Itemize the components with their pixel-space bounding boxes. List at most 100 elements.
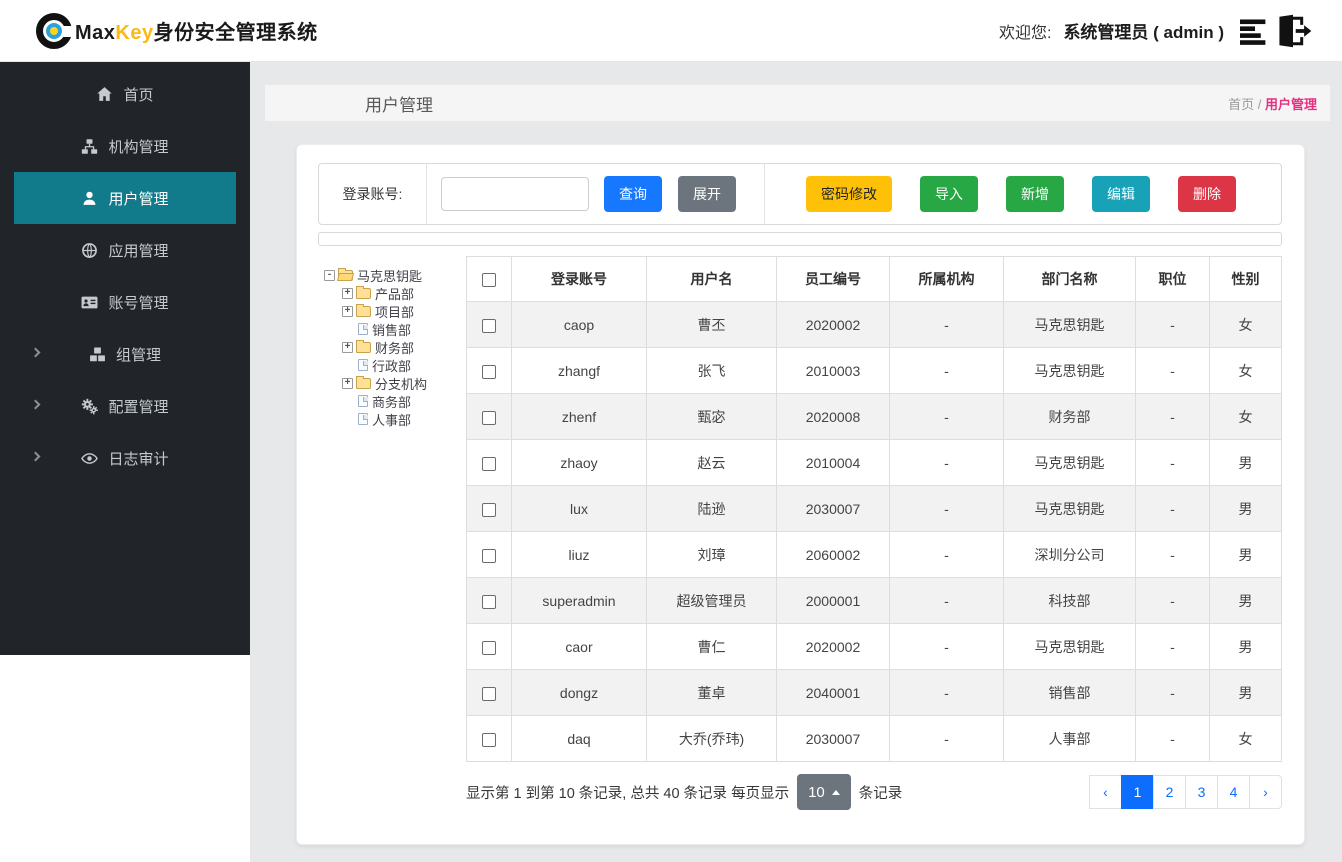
- row-checkbox-cell: [466, 577, 512, 624]
- table-row[interactable]: daq 大乔(乔玮) 2030007 - 人事部 - 女: [466, 715, 1282, 762]
- action-button[interactable]: 新增: [1006, 176, 1064, 212]
- login-account-input[interactable]: [441, 177, 589, 211]
- row-checkbox[interactable]: [482, 410, 496, 425]
- tree-toggle-icon[interactable]: [342, 287, 353, 299]
- pagination-info-prefix: 显示第 1 到第 10 条记录, 总共 40 条记录 每页显示: [466, 785, 790, 802]
- query-button[interactable]: 查询: [604, 176, 662, 212]
- table-row[interactable]: caop 曹丕 2020002 - 马克思钥匙 - 女: [466, 301, 1282, 348]
- sidebar-item[interactable]: 配置管理: [14, 380, 236, 432]
- table-column-header[interactable]: 员工编号: [776, 256, 890, 302]
- tree-node-label: 销售部: [372, 322, 412, 338]
- tree-node-label: 行政部: [372, 358, 412, 374]
- row-checkbox[interactable]: [482, 732, 496, 747]
- row-checkbox[interactable]: [482, 686, 496, 701]
- table-row[interactable]: zhenf 甄宓 2020008 - 财务部 - 女: [466, 393, 1282, 440]
- tree-toggle-icon[interactable]: [342, 305, 353, 317]
- tree-toggle-icon[interactable]: [342, 341, 353, 353]
- pagination-bar: 显示第 1 到第 10 条记录, 总共 40 条记录 每页显示 10 条记录 ‹: [466, 774, 1282, 810]
- cell-name: 张飞: [646, 347, 777, 394]
- tree-folder-icon: [356, 285, 371, 299]
- action-button[interactable]: 删除: [1178, 176, 1236, 212]
- row-checkbox[interactable]: [482, 502, 496, 517]
- row-checkbox[interactable]: [482, 548, 496, 563]
- tree-node[interactable]: 产品部: [342, 284, 466, 302]
- cell-dept: 深圳分公司: [1003, 531, 1136, 578]
- tree-node[interactable]: 销售部: [342, 320, 466, 338]
- table-column-header[interactable]: 用户名: [646, 256, 777, 302]
- row-checkbox[interactable]: [482, 594, 496, 609]
- tree-node[interactable]: 人事部: [342, 410, 466, 428]
- sidebar-item-icon: [81, 398, 99, 415]
- cell-position: -: [1135, 301, 1210, 348]
- row-checkbox[interactable]: [482, 318, 496, 333]
- page-button[interactable]: 4: [1217, 775, 1250, 809]
- cell-org: -: [889, 669, 1004, 716]
- maxkey-logo-icon: [36, 12, 75, 49]
- table-column-header[interactable]: 所属机构: [889, 256, 1004, 302]
- row-checkbox-cell: [466, 715, 512, 762]
- tree-folder-icon: [358, 413, 368, 425]
- sidebar-item[interactable]: 机构管理: [14, 120, 236, 172]
- table-column-header[interactable]: 部门名称: [1003, 256, 1136, 302]
- tree-node[interactable]: 马克思钥匙: [324, 266, 466, 284]
- tree-node[interactable]: 项目部: [342, 302, 466, 320]
- tree-toggle-icon[interactable]: [324, 269, 335, 281]
- select-all-checkbox[interactable]: [482, 273, 496, 288]
- sidebar-item[interactable]: 日志审计: [14, 432, 236, 484]
- cell-empno: 2020008: [776, 393, 890, 440]
- table-row[interactable]: superadmin 超级管理员 2000001 - 科技部 - 男: [466, 577, 1282, 624]
- cell-gender: 男: [1209, 439, 1282, 486]
- tree-node-label: 产品部: [375, 286, 415, 302]
- table-row[interactable]: lux 陆逊 2030007 - 马克思钥匙 - 男: [466, 485, 1282, 532]
- sidebar-item[interactable]: 首页: [14, 68, 236, 120]
- row-checkbox[interactable]: [482, 456, 496, 471]
- row-checkbox[interactable]: [482, 364, 496, 379]
- table-row[interactable]: caor 曹仁 2020002 - 马克思钥匙 - 男: [466, 623, 1282, 670]
- page-size-dropdown[interactable]: 10: [797, 774, 851, 810]
- tree-node[interactable]: 商务部: [342, 392, 466, 410]
- sidebar-item[interactable]: 账号管理: [14, 276, 236, 328]
- table-row[interactable]: liuz 刘璋 2060002 - 深圳分公司 - 男: [466, 531, 1282, 578]
- action-button[interactable]: 导入: [920, 176, 978, 212]
- table-column-header[interactable]: 性别: [1209, 256, 1282, 302]
- page-button[interactable]: 3: [1185, 775, 1218, 809]
- table-row[interactable]: dongz 董卓 2040001 - 销售部 - 男: [466, 669, 1282, 716]
- page-button[interactable]: ‹: [1089, 775, 1122, 809]
- table-column-header[interactable]: 登录账号: [511, 256, 647, 302]
- cell-dept: 马克思钥匙: [1003, 623, 1136, 670]
- action-button[interactable]: 编辑: [1092, 176, 1150, 212]
- page-buttons: ‹ 1 2 3 4 ›: [1089, 775, 1282, 809]
- tree-node[interactable]: 分支机构: [342, 374, 466, 392]
- row-checkbox-cell: [466, 347, 512, 394]
- tree-toggle-icon[interactable]: [342, 377, 353, 389]
- sidebar-item-label: 配置管理: [108, 398, 169, 416]
- breadcrumb-home-link[interactable]: 首页: [1228, 97, 1254, 112]
- table-row[interactable]: zhangf 张飞 2010003 - 马克思钥匙 - 女: [466, 347, 1282, 394]
- cell-gender: 女: [1209, 347, 1282, 394]
- menu-bars-icon[interactable]: [1240, 15, 1270, 47]
- tree-node[interactable]: 行政部: [342, 356, 466, 374]
- table-row[interactable]: zhaoy 赵云 2010004 - 马克思钥匙 - 男: [466, 439, 1282, 486]
- logout-door-icon[interactable]: [1274, 13, 1312, 49]
- cell-position: -: [1135, 347, 1210, 394]
- tree-node[interactable]: 财务部: [342, 338, 466, 356]
- page-button[interactable]: 2: [1153, 775, 1186, 809]
- current-user: 系统管理员 ( admin ): [1063, 23, 1224, 42]
- sidebar-item[interactable]: 用户管理: [14, 172, 236, 224]
- row-checkbox[interactable]: [482, 640, 496, 655]
- table-column-header[interactable]: 职位: [1135, 256, 1210, 302]
- cell-gender: 男: [1209, 623, 1282, 670]
- sidebar-item[interactable]: 应用管理: [14, 224, 236, 276]
- expand-button[interactable]: 展开: [678, 176, 736, 212]
- action-button[interactable]: 密码修改: [806, 176, 892, 212]
- page-button[interactable]: ›: [1249, 775, 1282, 809]
- cell-account: zhaoy: [511, 439, 647, 486]
- cell-position: -: [1135, 623, 1210, 670]
- cell-position: -: [1135, 715, 1210, 762]
- collapsed-advanced-search: [318, 232, 1282, 246]
- cell-gender: 男: [1209, 485, 1282, 532]
- cell-org: -: [889, 485, 1004, 532]
- page-button[interactable]: 1: [1121, 775, 1154, 809]
- cell-gender: 女: [1209, 715, 1282, 762]
- sidebar-item[interactable]: 组管理: [14, 328, 236, 380]
